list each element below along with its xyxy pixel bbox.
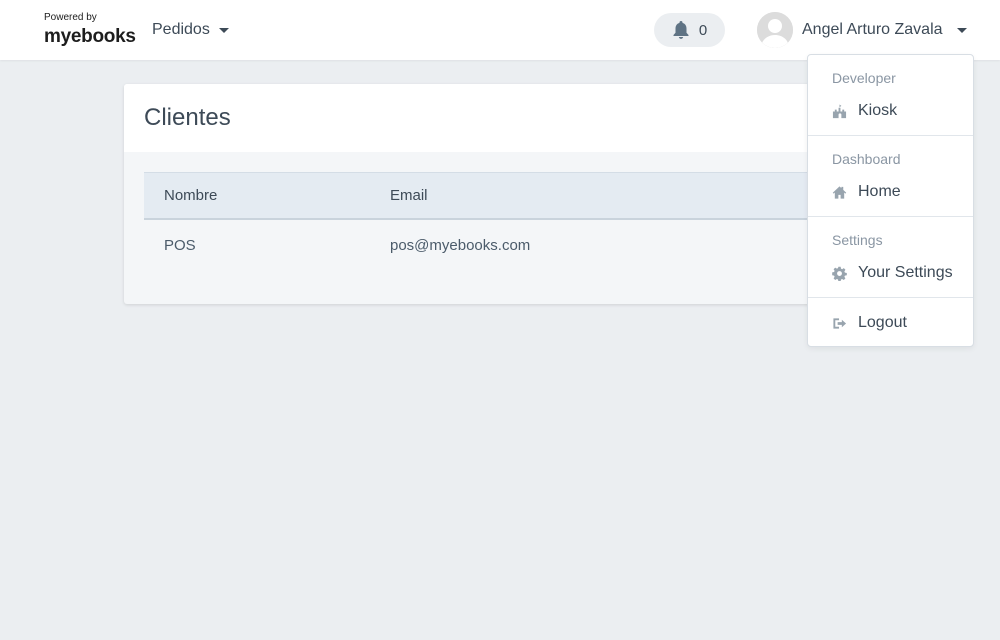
card-header: Clientes: [124, 84, 844, 152]
clientes-table: Nombre Email POS pos@myebooks.com: [144, 172, 844, 270]
chevron-down-icon: [218, 27, 229, 33]
cell-email: pos@myebooks.com: [390, 236, 531, 254]
clientes-card: Clientes Nombre Email POS pos@myebooks.c…: [124, 84, 844, 304]
dropdown-divider: [808, 297, 973, 298]
home-icon: [832, 185, 847, 199]
brand-name-prefix: my: [44, 26, 71, 47]
notifications-button[interactable]: 0: [654, 13, 725, 47]
chevron-down-icon: [956, 27, 967, 33]
menu-item-kiosk[interactable]: Kiosk: [808, 97, 973, 125]
nav-pedidos-dropdown[interactable]: Pedidos: [152, 20, 229, 40]
brand-name: myebooks: [44, 26, 136, 48]
brand-powered-by: Powered by: [44, 12, 97, 23]
menu-item-home[interactable]: Home: [808, 178, 973, 206]
dropdown-header-developer: Developer: [832, 70, 896, 86]
castle-icon: [832, 103, 847, 118]
brand-name-suffix: books: [81, 26, 136, 47]
dropdown-divider: [808, 135, 973, 136]
column-header-nombre: Nombre: [164, 187, 218, 204]
avatar: [757, 12, 793, 48]
menu-item-logout-label: Logout: [858, 314, 907, 331]
dropdown-header-dashboard: Dashboard: [832, 151, 901, 167]
user-dropdown-menu: Developer Kiosk Dashboard Home Settings …: [807, 54, 974, 347]
dropdown-header-settings: Settings: [832, 232, 883, 248]
menu-item-home-label: Home: [858, 183, 901, 200]
logout-icon: [833, 317, 847, 329]
bell-icon: [673, 21, 689, 39]
menu-item-your-settings[interactable]: Your Settings: [808, 259, 973, 287]
top-navbar: Powered by myebooks Pedidos 0 Angel Artu…: [0, 0, 1000, 60]
dropdown-divider: [808, 216, 973, 217]
page-title: Clientes: [144, 104, 231, 131]
menu-item-logout[interactable]: Logout: [808, 309, 973, 337]
column-header-email: Email: [390, 187, 428, 204]
gear-icon: [832, 266, 847, 281]
user-menu-toggle[interactable]: Angel Arturo Zavala: [757, 12, 967, 48]
cell-nombre: POS: [164, 236, 196, 254]
menu-item-kiosk-label: Kiosk: [858, 102, 898, 119]
table-row[interactable]: POS pos@myebooks.com: [144, 220, 844, 270]
notifications-count: 0: [698, 21, 708, 39]
user-avatar-icon: [757, 12, 793, 48]
nav-pedidos-label: Pedidos: [152, 21, 210, 38]
menu-item-your-settings-label: Your Settings: [858, 264, 953, 281]
brand-name-accent: e: [70, 26, 82, 47]
user-name: Angel Arturo Zavala: [802, 21, 943, 38]
brand-logo[interactable]: Powered by myebooks: [44, 10, 136, 50]
table-header-row: Nombre Email: [144, 172, 844, 220]
